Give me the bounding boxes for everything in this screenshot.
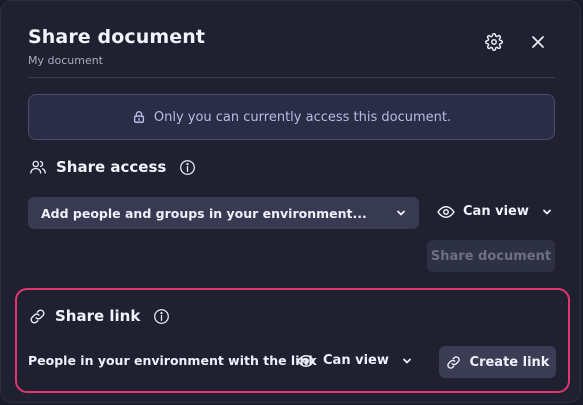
users-icon [29,158,47,176]
info-icon[interactable] [153,308,170,325]
eye-icon [437,205,455,219]
settings-button[interactable] [480,28,508,56]
share-link-permission-dropdown[interactable]: Can view [297,353,413,368]
share-document-button[interactable]: Share document [427,240,555,272]
share-access-title: Share access [56,158,167,176]
info-icon[interactable] [179,159,196,176]
chevron-down-icon [541,206,553,218]
link-icon [446,355,461,370]
share-access-heading: Share access [29,158,196,176]
share-access-permission-dropdown[interactable]: Can view [437,204,553,219]
share-link-heading: Share link [29,307,170,325]
create-link-button[interactable]: Create link [439,346,556,378]
chevron-down-icon [401,355,413,367]
link-icon [29,308,46,325]
eye-icon [297,354,315,368]
share-link-description: People in your environment with the link [28,353,317,368]
permission-label: Can view [323,353,389,368]
create-link-label: Create link [469,354,550,370]
add-people-label: Add people and groups in your environmen… [41,205,367,221]
dialog-title: Share document [28,26,206,48]
header-divider [28,77,555,78]
share-link-title: Share link [55,307,141,325]
chevron-down-icon [395,207,407,219]
permission-label: Can view [463,204,529,219]
close-icon [530,34,546,50]
lock-icon [132,110,146,124]
dialog-subtitle: My document [28,54,103,67]
add-people-dropdown[interactable]: Add people and groups in your environmen… [28,197,419,229]
notice-text: Only you can currently access this docum… [153,109,452,125]
gear-icon [485,33,503,51]
close-button[interactable] [524,28,552,56]
share-dialog: Share document My document Only you can … [0,0,581,403]
access-notice: Only you can currently access this docum… [28,94,555,140]
